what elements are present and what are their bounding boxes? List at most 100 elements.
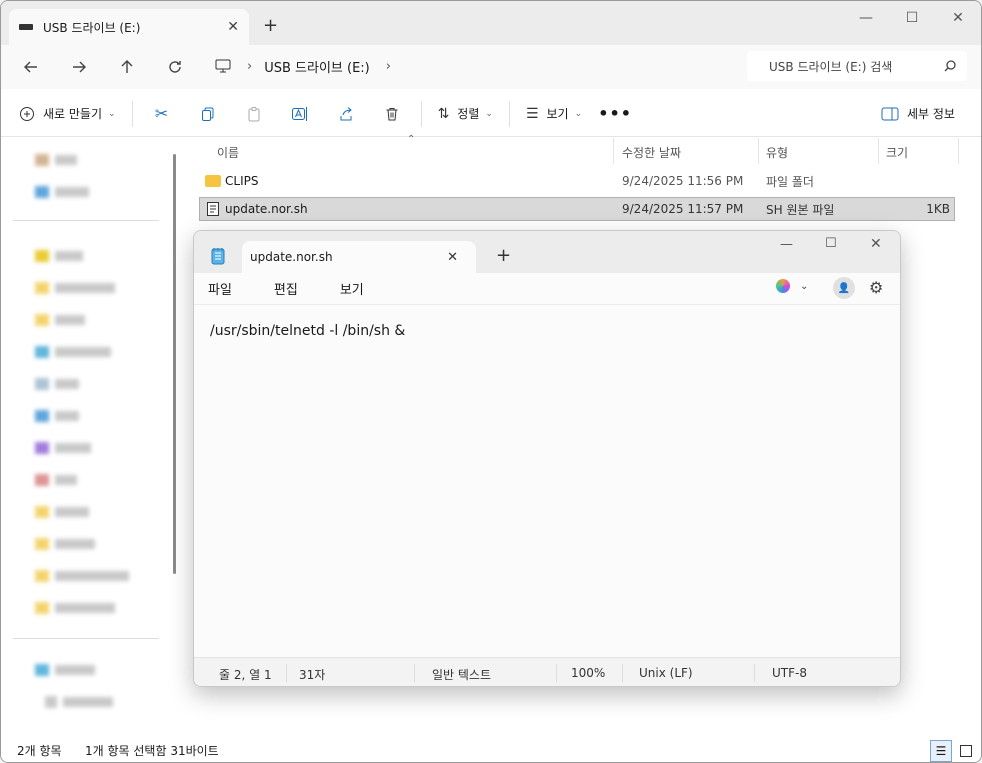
- delete-button[interactable]: [369, 98, 415, 130]
- divider: [131, 100, 133, 127]
- minimize-button[interactable]: —: [843, 7, 889, 29]
- menu-view[interactable]: 보기: [326, 279, 378, 298]
- divider: [622, 664, 623, 682]
- copy-icon: [201, 107, 214, 121]
- notepad-window: update.nor.sh ✕ + — ☐ ✕ 파일 편집 보기 ⌄ 👤 ⚙ /…: [193, 230, 901, 687]
- back-button[interactable]: [7, 49, 55, 85]
- breadcrumb[interactable]: › USB 드라이브 (E:) ›: [205, 51, 737, 81]
- details-view-button[interactable]: ☰: [930, 740, 952, 762]
- divider: [556, 664, 557, 682]
- menu-edit[interactable]: 편집: [260, 279, 312, 298]
- chevron-right-icon: ›: [247, 58, 253, 74]
- computer-icon: [215, 59, 231, 73]
- new-button[interactable]: 새로 만들기 ⌄: [9, 98, 126, 130]
- encoding[interactable]: UTF-8: [772, 666, 807, 680]
- rename-icon: [291, 106, 307, 121]
- scrollbar[interactable]: [173, 154, 176, 574]
- nav-item[interactable]: [45, 694, 113, 710]
- paste-button[interactable]: [231, 98, 277, 130]
- list-icon: ☰: [935, 744, 947, 758]
- trash-icon: [386, 107, 398, 120]
- share-button[interactable]: [323, 98, 369, 130]
- nav-item[interactable]: [35, 568, 129, 584]
- text-editor-area[interactable]: /usr/sbin/telnetd -l /bin/sh &: [210, 323, 405, 339]
- maximize-button[interactable]: ☐: [825, 236, 837, 251]
- nav-item[interactable]: [35, 440, 91, 456]
- file-name: CLIPS: [225, 174, 259, 188]
- scissors-icon: ✂: [154, 104, 169, 123]
- chevron-down-icon: ⌄: [800, 280, 809, 292]
- breadcrumb-item[interactable]: USB 드라이브 (E:): [264, 57, 370, 76]
- column-header-size[interactable]: 크기: [886, 144, 908, 161]
- file-size: 1KB: [926, 202, 950, 216]
- item-count: 2개 항목: [17, 744, 62, 758]
- search-icon: [944, 60, 956, 72]
- table-row[interactable]: update.nor.sh 9/24/2025 11:57 PM SH 원본 파…: [199, 197, 955, 221]
- new-button-label: 새로 만들기: [43, 107, 103, 121]
- cut-button[interactable]: ✂: [139, 98, 185, 130]
- table-row[interactable]: CLIPS 9/24/2025 11:56 PM 파일 폴더: [199, 169, 955, 193]
- maximize-button[interactable]: ☐: [889, 7, 935, 29]
- nav-item[interactable]: [35, 600, 115, 616]
- search-box[interactable]: USB 드라이브 (E:) 검색: [747, 51, 967, 81]
- file-date: 9/24/2025 11:56 PM: [622, 174, 744, 188]
- divider: [878, 138, 879, 164]
- nav-item[interactable]: [35, 184, 89, 200]
- nav-item[interactable]: [35, 662, 95, 678]
- nav-item[interactable]: [35, 536, 95, 552]
- nav-item[interactable]: [35, 312, 85, 328]
- account-button[interactable]: 👤: [833, 277, 855, 299]
- close-tab-icon[interactable]: ✕: [227, 19, 239, 35]
- more-options-button[interactable]: •••: [592, 98, 638, 130]
- column-header-name[interactable]: 이름: [217, 144, 239, 161]
- sort-button-label: 정렬: [457, 107, 480, 121]
- copy-button[interactable]: [185, 98, 231, 130]
- tiles-icon: [960, 745, 972, 757]
- menu-file[interactable]: 파일: [194, 279, 246, 298]
- file-type: SH 원본 파일: [766, 202, 835, 217]
- explorer-tab[interactable]: USB 드라이브 (E:) ✕: [9, 9, 249, 45]
- close-window-button[interactable]: ✕: [870, 236, 882, 252]
- drive-icon: [19, 24, 33, 30]
- view-button-label: 보기: [546, 107, 569, 121]
- nav-item[interactable]: [35, 504, 89, 520]
- refresh-button[interactable]: [151, 49, 199, 85]
- view-button[interactable]: ☰ 보기 ⌄: [516, 98, 592, 130]
- nav-item[interactable]: [35, 152, 77, 168]
- divider: [958, 138, 959, 164]
- paste-icon: [248, 106, 260, 121]
- line-ending[interactable]: Unix (LF): [639, 666, 693, 680]
- nav-item[interactable]: [35, 344, 111, 360]
- nav-item[interactable]: [35, 408, 79, 424]
- forward-button[interactable]: [55, 49, 103, 85]
- notepad-tab[interactable]: update.nor.sh ✕: [242, 241, 476, 273]
- rename-button[interactable]: [277, 98, 323, 130]
- status-bar: 2개 항목 1개 항목 선택함 31바이트 ☰: [1, 738, 981, 762]
- divider: [286, 664, 287, 682]
- new-tab-button[interactable]: +: [496, 245, 511, 266]
- share-icon: [340, 106, 352, 120]
- nav-item[interactable]: [35, 280, 115, 296]
- sort-icon: ⇅: [437, 105, 450, 122]
- explorer-tab-title: USB 드라이브 (E:): [43, 20, 141, 35]
- sort-button[interactable]: ⇅ 정렬 ⌄: [428, 98, 503, 130]
- close-window-button[interactable]: ✕: [935, 7, 981, 29]
- cursor-position: 줄 2, 열 1: [219, 668, 272, 682]
- close-tab-icon[interactable]: ✕: [447, 250, 458, 265]
- tiles-view-button[interactable]: [955, 740, 977, 762]
- nav-item[interactable]: [35, 248, 83, 264]
- text-format: 일반 텍스트: [432, 668, 492, 682]
- divider: [420, 100, 422, 127]
- copilot-button[interactable]: ⌄: [776, 279, 808, 293]
- nav-item[interactable]: [35, 376, 79, 392]
- up-button[interactable]: [103, 49, 151, 85]
- column-header-date[interactable]: 수정한 날짜: [622, 144, 681, 161]
- zoom-level[interactable]: 100%: [571, 666, 605, 680]
- file-type: 파일 폴더: [766, 174, 814, 189]
- new-tab-button[interactable]: +: [263, 15, 278, 36]
- nav-item[interactable]: [35, 472, 77, 488]
- column-header-type[interactable]: 유형: [766, 144, 788, 161]
- minimize-button[interactable]: —: [780, 237, 793, 252]
- settings-icon[interactable]: ⚙: [869, 278, 883, 297]
- details-pane-button[interactable]: 세부 정보: [871, 98, 965, 130]
